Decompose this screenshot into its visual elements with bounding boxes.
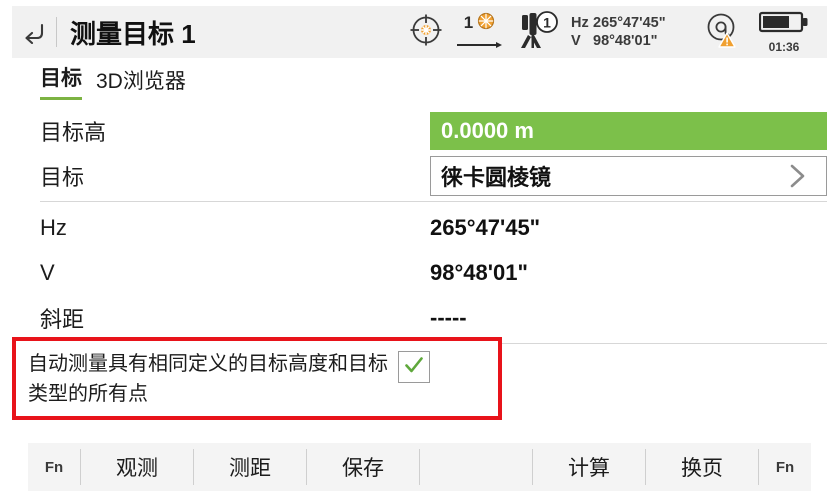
battery-icon: [758, 10, 809, 39]
label-slope-distance: 斜距: [40, 306, 85, 332]
toolbar-fn-left[interactable]: Fn: [28, 443, 80, 491]
toolbar-button-calculate[interactable]: 计算: [533, 443, 645, 491]
label-target-type: 目标: [40, 164, 85, 190]
status-hz-value: 265°47'45": [593, 15, 666, 31]
instrument-tripod-icon: 1: [514, 10, 562, 55]
auto-measure-option[interactable]: 自动测量具有相同定义的目标高度和目标类型的所有点: [28, 344, 488, 414]
tab-target[interactable]: 目标: [40, 62, 82, 100]
status-crosshair[interactable]: [403, 12, 449, 53]
row-target-type: 目标 徕卡圆棱镜: [0, 153, 839, 198]
check-mark-icon: [403, 354, 425, 381]
page-title: 测量目标 1: [70, 18, 196, 49]
prism-count-arrow-icon: [456, 36, 504, 54]
status-bar: 1 1 Hz 265°47'45" V 98°48'01" 01:36: [403, 6, 827, 58]
target-height-input[interactable]: 0.0000 m: [430, 111, 827, 150]
label-hz: Hz: [40, 214, 67, 240]
row-target-height: 目标高 0.0000 m: [0, 108, 839, 153]
toolbar-button-observe[interactable]: 观测: [81, 443, 193, 491]
value-area-target-type: 徕卡圆棱镜: [430, 155, 839, 196]
status-prism-count[interactable]: 1: [449, 11, 511, 54]
row-v: V 98°48'01": [0, 250, 839, 295]
status-connection[interactable]: [697, 11, 751, 54]
value-area-v: 98°48'01": [430, 260, 839, 286]
prism-count-icon: [476, 11, 496, 36]
hz-value: 265°47'45": [430, 214, 541, 240]
status-angle-readout: Hz 265°47'45" V 98°48'01": [565, 14, 697, 50]
form-divider-1: [40, 201, 827, 202]
prism-count-value: 1: [463, 13, 474, 32]
slope-distance-value: -----: [430, 304, 467, 330]
status-instrument[interactable]: 1: [511, 10, 565, 55]
toolbar-button-save[interactable]: 保存: [307, 443, 419, 491]
tab-bar: 目标 3D浏览器: [40, 62, 186, 100]
target-type-value: 徕卡圆棱镜: [441, 164, 552, 190]
row-hz: Hz 265°47'45": [0, 205, 839, 250]
auto-measure-option-label: 自动测量具有相同定义的目标高度和目标类型的所有点: [28, 353, 388, 405]
value-area-slope-distance: -----: [430, 305, 839, 331]
battery-time-remaining: 01:36: [768, 40, 800, 54]
toolbar-fn-right[interactable]: Fn: [759, 443, 811, 491]
svg-text:1: 1: [543, 14, 551, 30]
status-v-label: V: [571, 33, 581, 49]
target-type-select[interactable]: 徕卡圆棱镜: [430, 155, 827, 196]
row-slope-distance: 斜距 -----: [0, 295, 839, 340]
app-header: 测量目标 1 1 1 Hz 265°47'45" V 98°48'01" 01:…: [12, 6, 827, 58]
target-form: 目标高 0.0000 m 目标 徕卡圆棱镜 Hz 265°47'45" V 98…: [0, 108, 839, 347]
status-hz-label: Hz: [571, 15, 589, 31]
toolbar-button-page[interactable]: 换页: [646, 443, 758, 491]
status-v-value: 98°48'01": [593, 33, 658, 49]
label-v: V: [40, 259, 55, 285]
auto-measure-checkbox[interactable]: [398, 351, 430, 383]
status-battery[interactable]: 01:36: [751, 10, 817, 54]
v-value: 98°48'01": [430, 259, 528, 285]
toolbar-button-distance[interactable]: 测距: [194, 443, 306, 491]
toolbar-button-empty[interactable]: [420, 443, 532, 491]
label-target-height: 目标高: [40, 119, 107, 145]
back-button[interactable]: [12, 6, 56, 58]
value-area-hz: 265°47'45": [430, 215, 839, 241]
undo-back-arrow-icon: [21, 20, 47, 44]
at-warning-icon: [704, 11, 744, 54]
chevron-right-icon[interactable]: [782, 161, 826, 191]
bottom-toolbar: Fn 观测 测距 保存 计算 换页 Fn: [28, 443, 811, 491]
tab-3d-viewer[interactable]: 3D浏览器: [96, 65, 186, 100]
value-area-target-height: 0.0000 m: [430, 111, 839, 150]
target-crosshair-icon: [408, 12, 444, 53]
